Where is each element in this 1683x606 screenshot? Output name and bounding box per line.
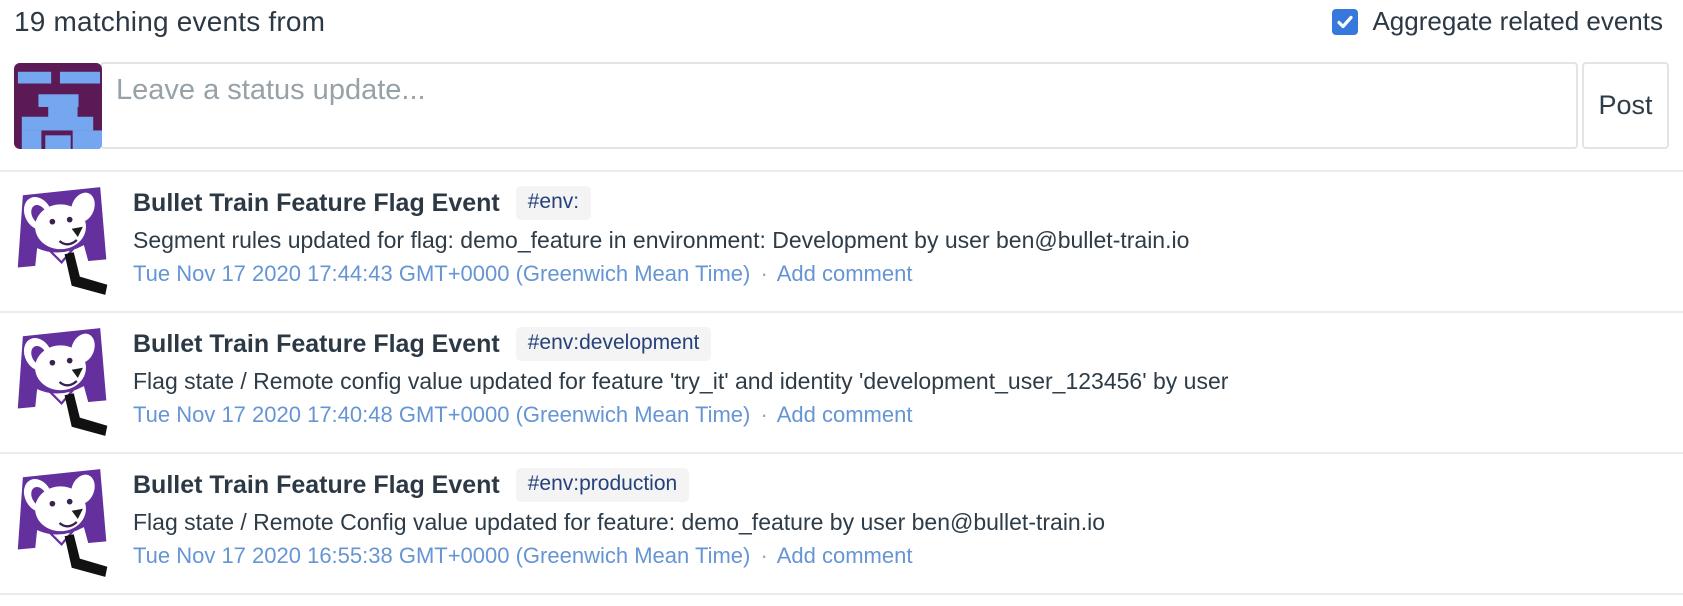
add-comment-link[interactable]: Add comment xyxy=(777,543,913,568)
aggregate-checkbox[interactable] xyxy=(1332,9,1358,35)
event-timestamp-link[interactable]: Tue Nov 17 2020 17:40:48 GMT+0000 (Green… xyxy=(133,402,750,427)
event-description: Flag state / Remote config value updated… xyxy=(133,365,1228,398)
event-title: Bullet Train Feature Flag Event xyxy=(133,189,500,218)
event-meta: Tue Nov 17 2020 17:40:48 GMT+0000 (Green… xyxy=(133,399,1228,431)
datadog-dog-icon xyxy=(8,182,111,299)
meta-separator: · xyxy=(756,402,771,427)
event-env-tag[interactable]: #env:production xyxy=(516,468,689,502)
event-content: Bullet Train Feature Flag Event #env: Se… xyxy=(133,182,1189,290)
add-comment-link[interactable]: Add comment xyxy=(777,402,913,427)
event-meta: Tue Nov 17 2020 16:55:38 GMT+0000 (Green… xyxy=(133,540,1105,572)
checkmark-icon xyxy=(1336,13,1354,31)
datadog-dog-icon xyxy=(8,323,111,440)
event-title: Bullet Train Feature Flag Event xyxy=(133,330,500,359)
event-description: Flag state / Remote Config value updated… xyxy=(133,506,1105,539)
page-title: 19 matching events from xyxy=(14,6,325,38)
meta-separator: · xyxy=(756,261,771,286)
events-header: 19 matching events from Aggregate relate… xyxy=(0,0,1683,48)
datadog-dog-icon xyxy=(8,464,111,581)
event-timestamp-link[interactable]: Tue Nov 17 2020 17:44:43 GMT+0000 (Green… xyxy=(133,261,750,286)
meta-separator: · xyxy=(756,543,771,568)
event-env-tag[interactable]: #env:development xyxy=(516,327,712,361)
aggregate-checkbox-label[interactable]: Aggregate related events xyxy=(1372,6,1663,37)
event-meta: Tue Nov 17 2020 17:44:43 GMT+0000 (Green… xyxy=(133,258,1189,290)
add-comment-link[interactable]: Add comment xyxy=(777,261,913,286)
event-row: Bullet Train Feature Flag Event #env:dev… xyxy=(0,311,1683,452)
event-content: Bullet Train Feature Flag Event #env:dev… xyxy=(133,323,1228,431)
status-composer: Post xyxy=(14,62,1669,149)
event-timestamp-link[interactable]: Tue Nov 17 2020 16:55:38 GMT+0000 (Green… xyxy=(133,543,750,568)
event-list: Bullet Train Feature Flag Event #env: Se… xyxy=(0,170,1683,595)
post-button[interactable]: Post xyxy=(1582,62,1669,149)
event-row: Bullet Train Feature Flag Event #env: Se… xyxy=(0,170,1683,311)
aggregate-related-events-toggle[interactable]: Aggregate related events xyxy=(1332,6,1663,37)
user-avatar-identicon xyxy=(14,62,102,150)
event-description: Segment rules updated for flag: demo_fea… xyxy=(133,224,1189,257)
event-title: Bullet Train Feature Flag Event xyxy=(133,471,500,500)
event-content: Bullet Train Feature Flag Event #env:pro… xyxy=(133,464,1105,572)
event-row: Bullet Train Feature Flag Event #env:pro… xyxy=(0,452,1683,593)
event-env-tag[interactable]: #env: xyxy=(516,186,591,220)
status-update-input[interactable] xyxy=(100,62,1578,149)
